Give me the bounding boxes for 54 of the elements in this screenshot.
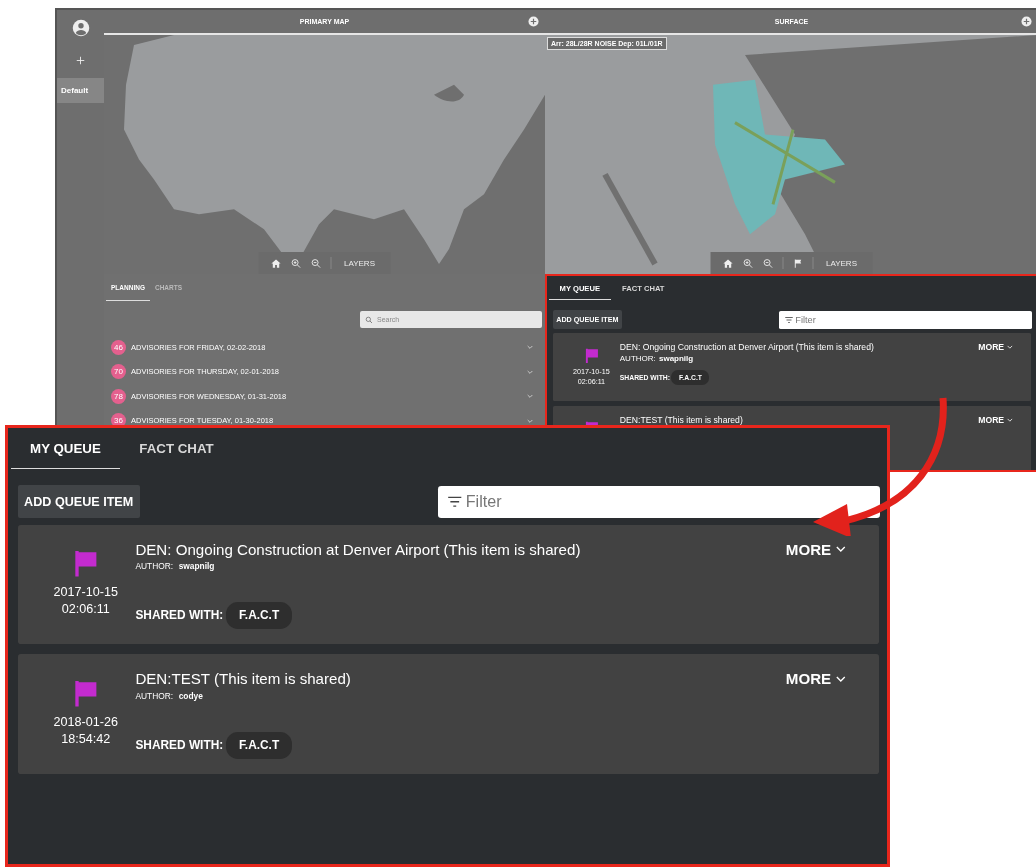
chevron-down-icon — [1005, 343, 1014, 352]
author-label: AUTHOR: — [135, 561, 174, 572]
map-drawing[interactable] — [545, 35, 1036, 274]
zoom-out-icon[interactable] — [762, 257, 773, 269]
count-badge: 70 — [111, 364, 126, 380]
filter-field[interactable]: Filter — [779, 310, 1032, 329]
item-time: 18:54:42 — [61, 730, 111, 748]
author-name: codye — [178, 690, 203, 701]
item-title: DEN: Ongoing Construction at Denver Airport (This item is shared) — [619, 342, 875, 353]
layers-button[interactable]: LAYERS — [822, 258, 861, 268]
more-button[interactable]: MORE — [785, 540, 848, 558]
author-label: AUTHOR: — [135, 690, 174, 701]
chevron-down-icon — [1005, 416, 1014, 425]
chevron-down-icon[interactable] — [526, 392, 534, 401]
more-button[interactable]: MORE — [978, 415, 1014, 426]
item-title: DEN:TEST (This item is shared) — [135, 670, 352, 688]
add-queue-item-button[interactable]: ADD QUEUE ITEM — [17, 485, 140, 519]
tab[interactable]: FACT CHAT — [120, 428, 233, 470]
shared-with-label: SHARED WITH: — [135, 738, 224, 753]
chevron-down-icon[interactable] — [526, 343, 534, 352]
flag-icon — [583, 347, 599, 363]
item-time: 02:06:11 — [61, 601, 110, 618]
more-button[interactable]: MORE — [785, 670, 848, 688]
group-chip: F.A.C.T — [225, 601, 293, 629]
group-chip: F.A.C.T — [225, 731, 293, 759]
zoom-out-icon[interactable] — [310, 257, 321, 269]
plus-icon — [76, 56, 85, 65]
flag-icon — [72, 680, 99, 707]
flag-icon[interactable] — [792, 257, 803, 269]
add-circle-icon — [1021, 16, 1032, 27]
zoom-in-icon[interactable] — [290, 257, 301, 269]
author-name: swapnilg — [658, 354, 694, 364]
flag-icon — [72, 550, 99, 577]
item-date: 2018-01-26 — [53, 713, 118, 731]
count-badge: 46 — [111, 339, 126, 355]
add-circle-icon — [528, 16, 539, 27]
filter-icon — [784, 314, 794, 325]
home-icon[interactable] — [270, 257, 281, 269]
more-button[interactable]: MORE — [978, 342, 1014, 353]
author-name: swapnilg — [178, 561, 215, 572]
search-icon — [365, 315, 373, 324]
zoom-in-icon[interactable] — [742, 257, 753, 269]
home-icon[interactable] — [722, 257, 733, 269]
layers-button[interactable]: LAYERS — [340, 258, 379, 268]
sidebar-item[interactable]: Default — [57, 78, 104, 103]
item-date: 2017-10-15 — [53, 584, 118, 601]
shared-with-label: SHARED WITH: — [135, 608, 224, 623]
tab[interactable]: MY QUEUE — [10, 428, 121, 470]
user-icon — [71, 19, 90, 37]
item-title: DEN: Ongoing Construction at Denver Airport (This item is shared) — [135, 540, 582, 558]
count-badge: 78 — [111, 388, 126, 404]
filter-field[interactable]: Filter — [437, 486, 880, 518]
author-label: AUTHOR: — [619, 354, 656, 364]
item-title: DEN:TEST (This item is shared) — [619, 415, 744, 426]
